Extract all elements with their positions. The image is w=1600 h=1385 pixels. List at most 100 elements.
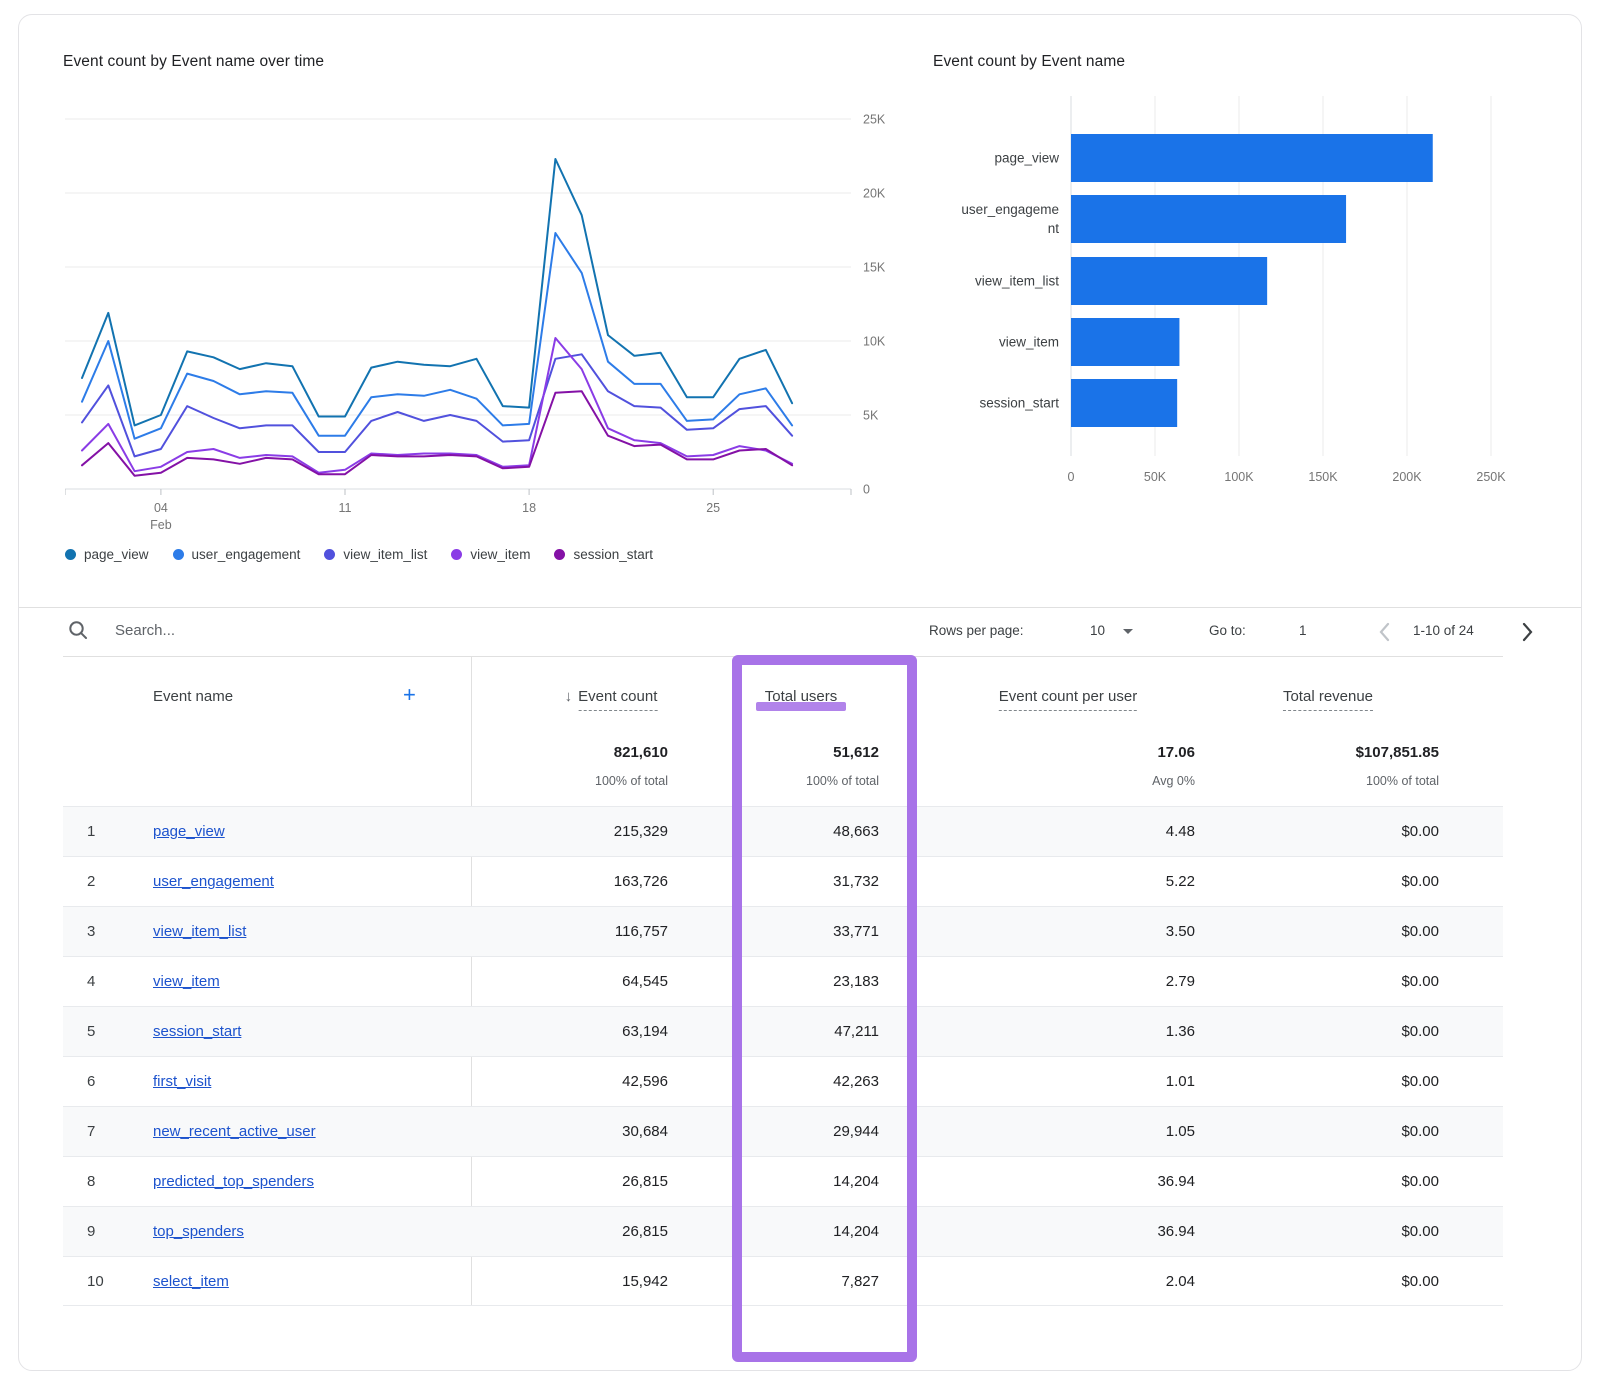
- svg-text:view_item: view_item: [999, 335, 1059, 350]
- total-per-user-subtext: Avg 0%: [1152, 774, 1195, 788]
- legend-label: user_engagement: [192, 547, 301, 562]
- total-per-user: 17.06: [1157, 744, 1195, 761]
- event-count-per-user-value: 2.04: [879, 1273, 1195, 1290]
- legend-label: view_item: [470, 547, 530, 562]
- legend-label: session_start: [573, 547, 653, 562]
- event-count-value: 163,726: [471, 873, 668, 890]
- legend-item-view_item[interactable]: view_item: [451, 547, 530, 562]
- event-count-per-user-value: 4.48: [879, 823, 1195, 840]
- legend-item-session_start[interactable]: session_start: [554, 547, 653, 562]
- total-users-total: 51,612: [833, 744, 879, 761]
- chevron-down-icon[interactable]: [1123, 629, 1133, 634]
- event-count-value: 42,596: [471, 1073, 668, 1090]
- total-revenue-value: $0.00: [1195, 1073, 1439, 1090]
- chevron-left-icon[interactable]: [1375, 621, 1395, 643]
- total-users-value: 33,771: [668, 923, 879, 940]
- rows-per-page-label: Rows per page:: [929, 623, 1024, 638]
- column-header-total-revenue[interactable]: Total revenue: [1283, 688, 1373, 706]
- legend-item-user_engagement[interactable]: user_engagement: [173, 547, 301, 562]
- event-name-link[interactable]: top_spenders: [153, 1223, 244, 1240]
- bar-chart: 050K100K150K200K250Kpage_viewuser_engage…: [941, 91, 1561, 511]
- svg-text:200K: 200K: [1392, 470, 1422, 484]
- total-event-count-subtext: 100% of total: [595, 774, 668, 788]
- table-header: Event name + ↓Event count Total users Ev…: [63, 656, 1503, 806]
- event-count-value: 26,815: [471, 1223, 668, 1240]
- total-users-value: 47,211: [668, 1023, 879, 1040]
- table-row: 10select_item15,9427,8272.04$0.00: [63, 1256, 1503, 1306]
- pagination-range: 1-10 of 24: [1413, 623, 1474, 638]
- svg-text:20K: 20K: [863, 187, 886, 201]
- svg-text:page_view: page_view: [994, 151, 1059, 166]
- legend-item-page_view[interactable]: page_view: [65, 547, 149, 562]
- row-index: 2: [63, 873, 153, 890]
- event-name-link[interactable]: page_view: [153, 823, 225, 840]
- line-chart-title: Event count by Event name over time: [63, 53, 324, 71]
- legend-label: page_view: [84, 547, 149, 562]
- svg-text:session_start: session_start: [979, 396, 1059, 411]
- row-index: 4: [63, 973, 153, 990]
- svg-text:15K: 15K: [863, 261, 886, 275]
- event-name-link[interactable]: select_item: [153, 1273, 229, 1290]
- event-name-link[interactable]: new_recent_active_user: [153, 1123, 316, 1140]
- legend-dot-icon: [554, 549, 565, 560]
- column-header-event-count[interactable]: ↓Event count: [565, 688, 658, 706]
- total-users-value: 23,183: [668, 973, 879, 990]
- event-count-value: 30,684: [471, 1123, 668, 1140]
- column-header-event-name[interactable]: Event name: [153, 688, 233, 705]
- rows-per-page-select[interactable]: 10: [1090, 623, 1105, 638]
- legend-dot-icon: [173, 549, 184, 560]
- event-name-link[interactable]: view_item: [153, 973, 220, 990]
- total-users-value: 14,204: [668, 1223, 879, 1240]
- search-input[interactable]: [115, 622, 535, 639]
- svg-text:Feb: Feb: [150, 518, 172, 532]
- event-count-value: 215,329: [471, 823, 668, 840]
- report-card: Event count by Event name over time 25K2…: [18, 14, 1582, 1371]
- table-row: 3view_item_list116,75733,7713.50$0.00: [63, 906, 1503, 956]
- total-revenue-value: $0.00: [1195, 823, 1439, 840]
- goto-page-input[interactable]: 1: [1299, 623, 1307, 638]
- event-count-per-user-value: 2.79: [879, 973, 1195, 990]
- svg-text:11: 11: [339, 501, 352, 515]
- event-name-link[interactable]: user_engagement: [153, 873, 274, 890]
- total-users-value: 14,204: [668, 1173, 879, 1190]
- table-row: 8predicted_top_spenders26,81514,20436.94…: [63, 1156, 1503, 1206]
- event-name-link[interactable]: session_start: [153, 1023, 241, 1040]
- svg-text:0: 0: [1068, 470, 1075, 484]
- table-row: 1page_view215,32948,6634.48$0.00: [63, 806, 1503, 856]
- event-count-per-user-value: 36.94: [879, 1173, 1195, 1190]
- line-chart-legend: page_view user_engagement view_item_list vi…: [65, 547, 653, 562]
- line-chart: 25K20K15K10K5K004Feb111825: [65, 99, 910, 539]
- event-count-value: 63,194: [471, 1023, 668, 1040]
- add-dimension-icon[interactable]: +: [403, 682, 416, 708]
- event-count-value: 116,757: [471, 923, 668, 940]
- event-name-link[interactable]: predicted_top_spenders: [153, 1173, 314, 1190]
- bar-chart-title: Event count by Event name: [933, 53, 1125, 71]
- legend-label: view_item_list: [343, 547, 427, 562]
- svg-text:100K: 100K: [1224, 470, 1254, 484]
- svg-text:view_item_list: view_item_list: [975, 274, 1059, 289]
- total-revenue-total: $107,851.85: [1356, 744, 1439, 761]
- svg-text:nt: nt: [1048, 221, 1060, 236]
- table-row: 4view_item64,54523,1832.79$0.00: [63, 956, 1503, 1006]
- total-revenue-value: $0.00: [1195, 1273, 1439, 1290]
- row-index: 1: [63, 823, 153, 840]
- toolbar-divider: [19, 607, 1582, 608]
- event-name-link[interactable]: view_item_list: [153, 923, 246, 940]
- table-row: 7new_recent_active_user30,68429,9441.05$…: [63, 1106, 1503, 1156]
- event-count-value: 64,545: [471, 973, 668, 990]
- column-header-event-count-per-user[interactable]: Event count per user: [999, 688, 1137, 706]
- svg-text:25: 25: [706, 501, 720, 515]
- row-index: 9: [63, 1223, 153, 1240]
- total-users-underline-annotation: [756, 702, 846, 711]
- row-index: 8: [63, 1173, 153, 1190]
- event-name-link[interactable]: first_visit: [153, 1073, 211, 1090]
- row-index: 10: [63, 1273, 153, 1290]
- svg-text:50K: 50K: [1144, 470, 1167, 484]
- event-count-per-user-value: 1.05: [879, 1123, 1195, 1140]
- svg-text:04: 04: [154, 501, 168, 515]
- legend-item-view_item_list[interactable]: view_item_list: [324, 547, 427, 562]
- table-search: [67, 611, 535, 649]
- chevron-right-icon[interactable]: [1517, 621, 1537, 643]
- total-revenue-subtext: 100% of total: [1366, 774, 1439, 788]
- total-users-value: 31,732: [668, 873, 879, 890]
